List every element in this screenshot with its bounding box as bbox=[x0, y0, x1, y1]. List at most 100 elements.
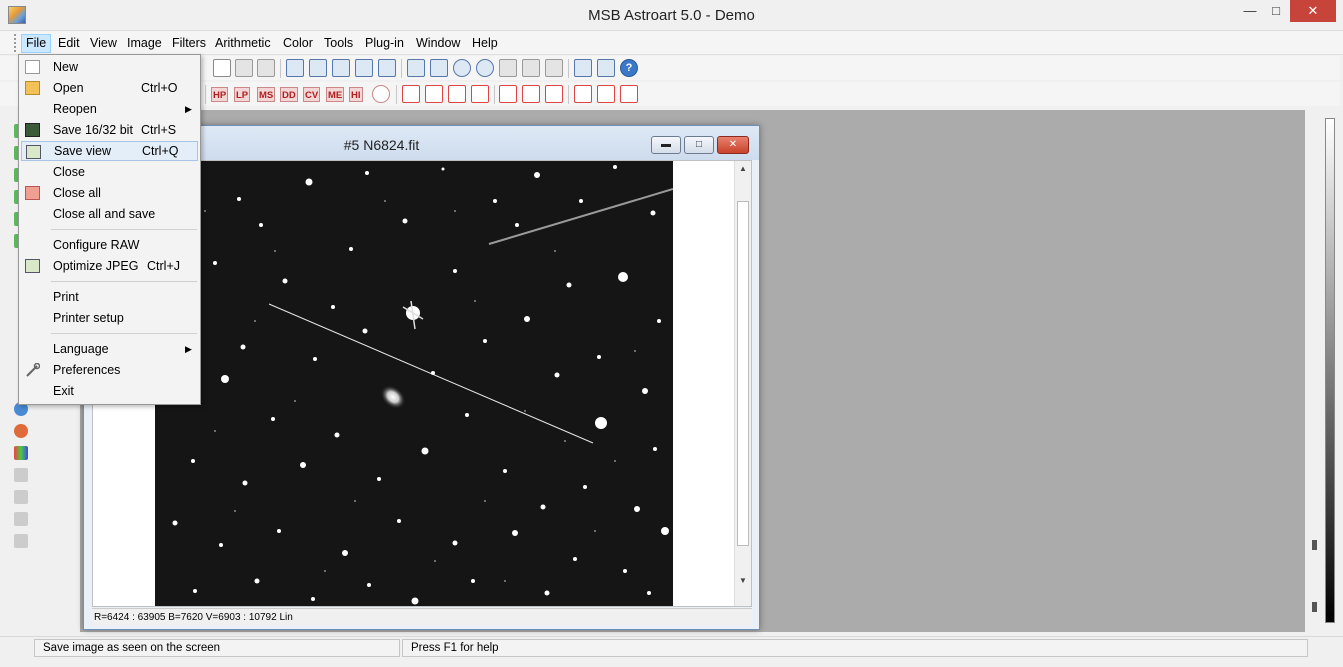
tool-gray-2-icon[interactable] bbox=[14, 490, 28, 504]
shift-icon[interactable] bbox=[471, 85, 489, 103]
menu-help[interactable]: Help bbox=[468, 34, 502, 53]
menu-color[interactable]: Color bbox=[279, 34, 317, 53]
maximize-button[interactable]: □ bbox=[1263, 0, 1289, 22]
flip-icon[interactable] bbox=[545, 85, 563, 103]
zoom-in-icon[interactable] bbox=[453, 59, 471, 77]
frame-icon[interactable] bbox=[378, 59, 396, 77]
main-toolbar: ? bbox=[0, 56, 1340, 80]
menu-filters[interactable]: Filters bbox=[168, 34, 210, 53]
telescope-icon[interactable] bbox=[597, 59, 615, 77]
gray-gradient[interactable] bbox=[1325, 118, 1335, 623]
histogram-icon[interactable] bbox=[309, 59, 327, 77]
new-file-icon bbox=[25, 60, 40, 74]
zoom-fit-icon[interactable] bbox=[286, 59, 304, 77]
grid-2-icon[interactable] bbox=[574, 85, 592, 103]
menu-save-16-32[interactable]: Save 16/32 bit Ctrl+S bbox=[21, 120, 198, 140]
submenu-arrow-icon: ▶ bbox=[185, 344, 192, 354]
bin-icon[interactable] bbox=[448, 85, 466, 103]
sigma-icon[interactable] bbox=[407, 59, 425, 77]
copy-icon[interactable] bbox=[235, 59, 253, 77]
tool-gray-3-icon[interactable] bbox=[14, 512, 28, 526]
monitor-icon[interactable] bbox=[499, 59, 517, 77]
minimize-button[interactable]: — bbox=[1237, 0, 1263, 22]
high-level-marker[interactable] bbox=[1312, 602, 1317, 612]
filter-me-button[interactable]: ME bbox=[326, 87, 345, 102]
rotate-icon[interactable] bbox=[499, 85, 517, 103]
filter-ms-button[interactable]: MS bbox=[257, 87, 276, 102]
filter-hp-button[interactable]: HP bbox=[211, 87, 229, 102]
menu-print[interactable]: Print bbox=[21, 287, 198, 307]
color-grid-icon[interactable] bbox=[14, 446, 28, 460]
filter-dd-button[interactable]: DD bbox=[280, 87, 298, 102]
menu-tools[interactable]: Tools bbox=[320, 34, 357, 53]
menu-window[interactable]: Window bbox=[412, 34, 464, 53]
menu-exit[interactable]: Exit bbox=[21, 381, 198, 401]
crop-icon[interactable] bbox=[402, 85, 420, 103]
filter-cv-button[interactable]: CV bbox=[303, 87, 321, 102]
mirror-icon[interactable] bbox=[522, 85, 540, 103]
menu-optimize-jpeg[interactable]: Optimize JPEG Ctrl+J bbox=[21, 256, 198, 276]
image-maximize-button[interactable]: □ bbox=[684, 136, 714, 154]
color-mix-icon[interactable] bbox=[14, 424, 28, 438]
menu-language[interactable]: Language ▶ bbox=[21, 339, 198, 359]
fullscreen-icon[interactable] bbox=[545, 59, 563, 77]
eye-icon[interactable] bbox=[430, 59, 448, 77]
grid-4-icon[interactable] bbox=[597, 85, 615, 103]
target-icon[interactable] bbox=[355, 59, 373, 77]
menu-separator bbox=[51, 229, 197, 230]
window-icon[interactable] bbox=[522, 59, 540, 77]
save-view-icon bbox=[26, 145, 41, 159]
menu-image[interactable]: Image bbox=[123, 34, 166, 53]
merge-icon[interactable] bbox=[213, 59, 231, 77]
status-bar: Save image as seen on the screen Press F… bbox=[0, 636, 1343, 657]
resize-icon[interactable] bbox=[425, 85, 443, 103]
file-menu-dropdown: New Open Ctrl+O Reopen ▶ Save 16/32 bit … bbox=[18, 54, 201, 405]
filter-radial-icon[interactable] bbox=[372, 85, 390, 103]
menu-view[interactable]: View bbox=[86, 34, 121, 53]
menu-open[interactable]: Open Ctrl+O bbox=[21, 78, 198, 98]
filter-toolbar: HP LP MS DD CV ME HI bbox=[0, 82, 1340, 106]
menu-close[interactable]: Close bbox=[21, 162, 198, 182]
menu-bar: File Edit View Image Filters Arithmetic … bbox=[0, 31, 1343, 55]
paste-icon[interactable] bbox=[257, 59, 275, 77]
close-button[interactable]: ✕ bbox=[1290, 0, 1336, 22]
menu-close-all[interactable]: Close all bbox=[21, 183, 198, 203]
scroll-thumb[interactable] bbox=[737, 201, 749, 546]
grid-9-icon[interactable] bbox=[620, 85, 638, 103]
close-all-folder-icon bbox=[25, 186, 40, 200]
folder-open-icon bbox=[25, 81, 40, 95]
image-vertical-scrollbar[interactable]: ▲ ▼ bbox=[734, 161, 751, 606]
filter-lp-button[interactable]: LP bbox=[234, 87, 251, 102]
menu-edit[interactable]: Edit bbox=[54, 34, 84, 53]
help-icon[interactable]: ? bbox=[620, 59, 638, 77]
menu-preferences[interactable]: Preferences bbox=[21, 360, 198, 380]
image-close-button[interactable]: ✕ bbox=[717, 136, 749, 154]
tool-gray-1-icon[interactable] bbox=[14, 468, 28, 482]
scroll-up-icon[interactable]: ▲ bbox=[735, 161, 751, 177]
scroll-down-icon[interactable]: ▼ bbox=[735, 573, 751, 589]
menu-new[interactable]: New bbox=[21, 57, 198, 77]
submenu-arrow-icon: ▶ bbox=[185, 104, 192, 114]
menu-configure-raw[interactable]: Configure RAW bbox=[21, 235, 198, 255]
status-help: Press F1 for help bbox=[402, 639, 1308, 657]
wrench-icon bbox=[25, 362, 41, 377]
filter-hi-button[interactable]: HI bbox=[349, 87, 363, 102]
menu-plugin[interactable]: Plug-in bbox=[361, 34, 408, 53]
optimize-jpeg-icon bbox=[25, 259, 40, 273]
menu-printer-setup[interactable]: Printer setup bbox=[21, 308, 198, 328]
status-hint: Save image as seen on the screen bbox=[34, 639, 400, 657]
menu-file[interactable]: File bbox=[21, 34, 52, 53]
zoom-out-icon[interactable] bbox=[476, 59, 494, 77]
image-minimize-button[interactable]: ▬ bbox=[651, 136, 681, 154]
save-disk-icon bbox=[25, 123, 40, 137]
menubar-grip[interactable] bbox=[14, 34, 18, 52]
low-level-marker[interactable] bbox=[1312, 540, 1317, 550]
profile-icon[interactable] bbox=[332, 59, 350, 77]
menu-save-view[interactable]: Save view Ctrl+Q bbox=[21, 141, 198, 161]
astro-image[interactable] bbox=[155, 161, 673, 606]
align-icon[interactable] bbox=[574, 59, 592, 77]
menu-reopen[interactable]: Reopen ▶ bbox=[21, 99, 198, 119]
tool-gray-4-icon[interactable] bbox=[14, 534, 28, 548]
menu-close-all-and-save[interactable]: Close all and save bbox=[21, 204, 198, 224]
menu-arithmetic[interactable]: Arithmetic bbox=[211, 34, 275, 53]
